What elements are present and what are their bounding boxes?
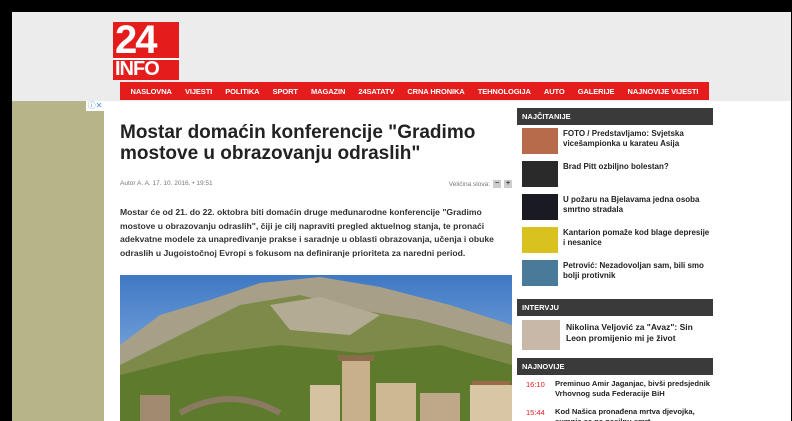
interview-thumbnail[interactable] [522,320,560,350]
newest-time: 15:44 [526,408,545,417]
font-decrease-button[interactable]: − [493,180,501,188]
popular-item[interactable]: Kantarion pomaže kod blage depresije i n… [517,227,713,257]
nav-item[interactable]: AUTO [544,87,565,96]
newest-headline[interactable]: Kod Našica pronađena mrtva djevojka, sum… [555,407,713,421]
interview-heading: INTERVJU [517,299,713,316]
popular-headline[interactable]: U požaru na Bjelavama jedna osoba smrtno… [563,195,713,215]
popular-thumbnail[interactable] [522,194,558,220]
article-photo-mostar[interactable] [120,275,512,421]
logo-number: 24 [113,20,179,60]
popular-headline[interactable]: Petrović: Nezadovoljan sam, bili smo bol… [563,261,713,281]
popular-thumbnail[interactable] [522,227,558,253]
popular-headline[interactable]: FOTO / Predstavljamo: Svjetska vicešampi… [563,129,713,149]
mostar-landscape-image [120,275,512,421]
nav-item[interactable]: VIJESTI [185,87,212,96]
nav-item[interactable]: NAJNOVIJE VIJESTI [628,87,699,96]
popular-headline[interactable]: Brad Pitt ozbiljno bolestan? [563,162,669,172]
popular-thumbnail[interactable] [522,128,558,154]
popular-item[interactable]: U požaru na Bjelavama jedna osoba smrtno… [517,194,713,224]
article-meta: Autor A. A. 17. 10. 2016. • 19:51 Veliči… [120,180,512,192]
ad-choices-icon[interactable]: ⓘ✕ [86,101,104,111]
popular-item[interactable]: Brad Pitt ozbiljno bolestan? [517,161,713,191]
popular-thumbnail[interactable] [522,161,558,187]
site-logo[interactable]: 24 INFO [113,20,179,80]
site-header: 24 INFO NASLOVNA VIJESTI POLITIKA SPORT MAGA… [12,12,791,101]
interview-item[interactable]: Nikolina Veljović za "Avaz": Sin Leon pr… [517,320,713,352]
nav-item[interactable]: MAGAZIN [311,87,345,96]
article-lead: Mostar će od 21. do 22. oktobra biti dom… [120,207,494,258]
sidebar: NAJČITANIJE FOTO / Predstavljamo: Svjets… [517,108,713,421]
article: Mostar domaćin konferencije "Gradimo mos… [120,116,512,258]
popular-list: FOTO / Predstavljamo: Svjetska vicešampi… [517,128,713,290]
popular-item[interactable]: Petrović: Nezadovoljan sam, bili smo bol… [517,260,713,290]
nav-item[interactable]: 24SATATV [358,87,394,96]
left-advertisement[interactable] [12,101,104,421]
popular-headline[interactable]: Kantarion pomaže kod blage depresije i n… [563,228,713,248]
interview-headline[interactable]: Nikolina Veljović za "Avaz": Sin Leon pr… [566,322,713,343]
newest-item[interactable]: 16:10 Preminuo Amir Jaganjac, bivši preds… [517,379,713,403]
font-size-label: Veličina slova: [448,180,490,188]
font-increase-button[interactable]: + [504,180,512,188]
nav-item[interactable]: SPORT [273,87,298,96]
nav-item[interactable]: NASLOVNA [131,87,172,96]
newest-time: 16:10 [526,380,545,389]
popular-item[interactable]: FOTO / Predstavljamo: Svjetska vicešampi… [517,128,713,158]
font-size-control: Veličina slova: − + [449,180,512,188]
nav-item[interactable]: GALERIJE [578,87,615,96]
newest-item[interactable]: 15:44 Kod Našica pronađena mrtva djevojka… [517,407,713,421]
browser-viewport: 24 INFO NASLOVNA VIJESTI POLITIKA SPORT MAGA… [12,12,791,421]
nav-item[interactable]: CRNA HRONIKA [407,87,464,96]
nav-item[interactable]: POLITIKA [225,87,259,96]
newest-list: 16:10 Preminuo Amir Jaganjac, bivši preds… [517,379,713,421]
popular-thumbnail[interactable] [522,260,558,286]
article-author-date: Autor A. A. 17. 10. 2016. • 19:51 [120,180,213,187]
newest-heading: NAJNOVIJE [517,358,713,375]
popular-heading: NAJČITANIJE [517,108,713,125]
nav-item[interactable]: TEHNOLOGIJA [478,87,531,96]
article-title: Mostar domaćin konferencije "Gradimo mos… [120,122,476,164]
logo-text: INFO [113,58,179,80]
main-nav: NASLOVNA VIJESTI POLITIKA SPORT MAGAZIN 24SAT… [120,82,709,100]
newest-headline[interactable]: Preminuo Amir Jaganjac, bivši predsjedni… [555,379,713,398]
